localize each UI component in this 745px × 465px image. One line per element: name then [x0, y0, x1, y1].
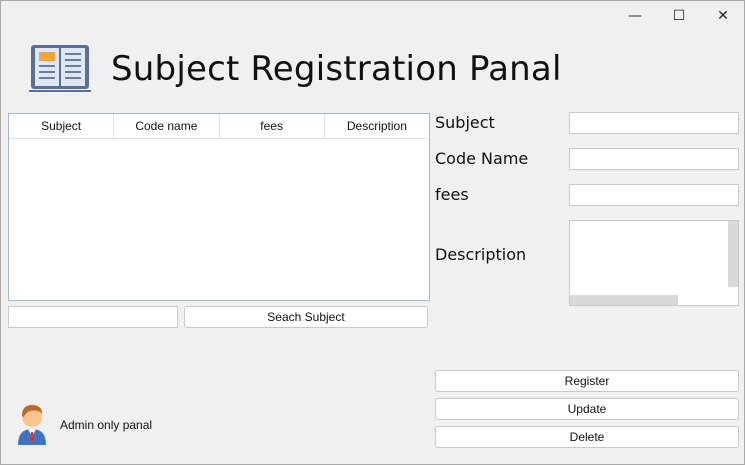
- maximize-button[interactable]: ☐: [659, 5, 699, 27]
- admin-only-text: Admin only panal: [60, 418, 153, 432]
- update-button[interactable]: Update: [435, 398, 739, 420]
- description-field[interactable]: [569, 220, 739, 306]
- column-header-description[interactable]: Description: [325, 114, 429, 138]
- minimize-icon: —: [628, 8, 642, 24]
- vertical-scrollbar[interactable]: [728, 221, 738, 287]
- search-input[interactable]: [8, 306, 178, 328]
- code-name-label: Code Name: [435, 149, 529, 168]
- page-title: Subject Registration Panal: [111, 49, 562, 89]
- close-button[interactable]: ✕: [703, 5, 743, 27]
- subjects-table[interactable]: Subject Code name fees Description: [8, 113, 430, 301]
- fees-label: fees: [435, 185, 469, 204]
- fees-field[interactable]: [569, 184, 739, 206]
- book-icon: [29, 45, 91, 92]
- table-header: Subject Code name fees Description: [9, 114, 429, 139]
- column-header-code-name[interactable]: Code name: [114, 114, 220, 138]
- column-header-fees[interactable]: fees: [220, 114, 325, 138]
- column-header-subject[interactable]: Subject: [9, 114, 115, 138]
- horizontal-scrollbar[interactable]: [570, 295, 678, 305]
- maximize-icon: ☐: [672, 8, 686, 24]
- register-button[interactable]: Register: [435, 370, 739, 392]
- app-window: — ☐ ✕ Subject Registration Panal Subject…: [0, 0, 745, 465]
- close-icon: ✕: [717, 8, 729, 24]
- subject-label: Subject: [435, 113, 495, 132]
- search-subject-button[interactable]: Seach Subject: [184, 306, 428, 328]
- delete-button[interactable]: Delete: [435, 426, 739, 448]
- table-body[interactable]: [9, 139, 429, 299]
- description-label: Description: [435, 245, 527, 264]
- code-name-field[interactable]: [569, 148, 739, 170]
- admin-avatar-icon: [18, 405, 46, 445]
- minimize-button[interactable]: —: [615, 5, 655, 27]
- subject-field[interactable]: [569, 112, 739, 134]
